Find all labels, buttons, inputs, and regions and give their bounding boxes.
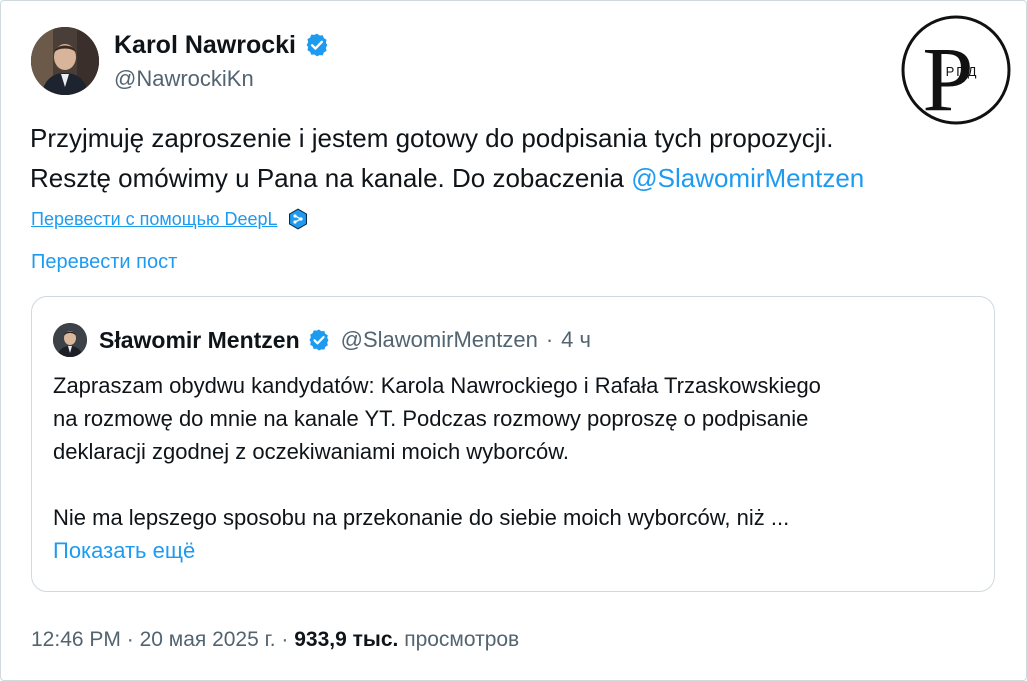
author-handle[interactable]: @NawrockiKn: [114, 65, 254, 93]
view-count: 933,9 тыс.: [294, 628, 399, 651]
tweet-meta: 12:46 PM · 20 мая 2025 г. · 933,9 тыс. п…: [31, 626, 519, 654]
quoted-tweet-text: Zapraszam obydwu kandydatów: Karola Nawr…: [53, 369, 978, 567]
deepl-link-text[interactable]: Перевести с помощью DeepL: [31, 207, 278, 231]
author-name[interactable]: Karol Nawrocki: [114, 30, 330, 60]
quoted-author-handle[interactable]: @SlawomirMentzen: [341, 327, 538, 353]
tweet-time[interactable]: 12:46 PM: [31, 628, 121, 651]
quoted-line-1: Zapraszam obydwu kandydatów: Karola Nawr…: [53, 373, 821, 398]
quoted-line-2: na rozmowę do mnie na kanale YT. Podczas…: [53, 406, 809, 431]
translate-post-link[interactable]: Перевести пост: [31, 249, 177, 275]
views-label: просмотров: [398, 628, 520, 651]
meta-separator: ·: [120, 628, 140, 651]
tweet-date[interactable]: 20 мая 2025 г.: [140, 628, 276, 651]
deepl-icon: [288, 208, 307, 230]
quoted-line-3: deklaracji zgodnej z oczekiwaniami moich…: [53, 439, 570, 464]
watermark-logo: Р РПД: [900, 14, 1012, 130]
mention-link[interactable]: @SlawomirMentzen: [631, 163, 864, 193]
quoted-line-4: Nie ma lepszego sposobu na przekonanie d…: [53, 505, 790, 530]
post-line-1: Przyjmuję zaproszenie i jestem gotowy do…: [30, 123, 834, 153]
post-line-2-text: Resztę omówimy u Pana na kanale. Do zoba…: [30, 163, 632, 193]
verified-badge-icon: [306, 33, 328, 57]
quoted-tweet-header: Sławomir Mentzen @SlawomirMentzen · 4 ч: [53, 323, 591, 357]
quoted-tweet[interactable]: Sławomir Mentzen @SlawomirMentzen · 4 ч …: [31, 296, 995, 592]
author-avatar[interactable]: [31, 27, 99, 95]
quoted-author-avatar[interactable]: [53, 323, 87, 357]
watermark-subtext: РПД: [946, 64, 979, 79]
quoted-avatar-photo: [53, 323, 87, 357]
author-name-text[interactable]: Karol Nawrocki: [114, 30, 296, 60]
quoted-separator: ·: [545, 327, 554, 352]
avatar-photo: [31, 27, 99, 95]
show-more-link[interactable]: Показать ещё: [53, 534, 978, 567]
quoted-author-name[interactable]: Sławomir Mentzen: [99, 327, 300, 354]
post-line-2: Resztę omówimy u Pana na kanale. Do zoba…: [30, 158, 990, 198]
verified-badge-icon: [309, 329, 329, 351]
post-text: Przyjmuję zaproszenie i jestem gotowy do…: [30, 118, 990, 198]
deepl-translate-link[interactable]: Перевести с помощью DeepL: [31, 207, 310, 231]
meta-separator: ·: [275, 628, 295, 651]
quoted-timestamp[interactable]: 4 ч: [561, 327, 591, 353]
